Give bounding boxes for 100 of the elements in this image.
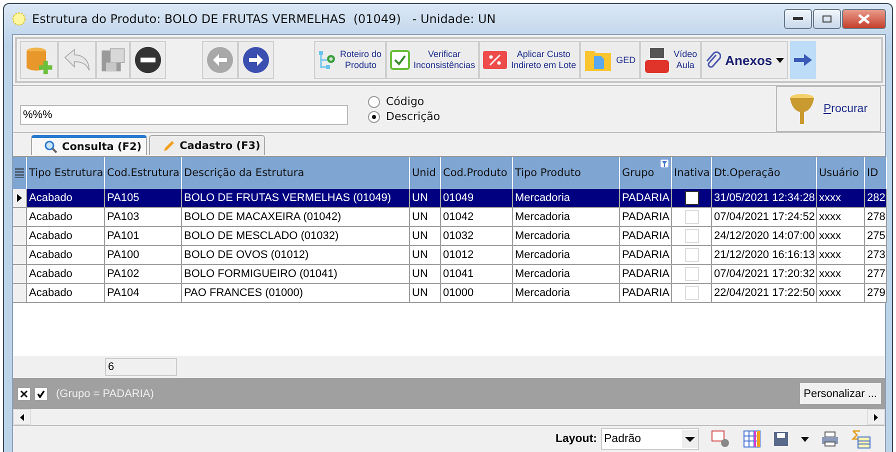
table-cell: 273 <box>865 246 887 265</box>
table-cell: xxxx <box>817 208 865 227</box>
table-cell: Mercadoria <box>513 189 620 208</box>
table-cell: 24/12/2020 14:07:00 <box>712 227 817 246</box>
column-header[interactable]: Descrição da Estrutura <box>182 157 410 189</box>
minus-circle-icon <box>134 46 162 74</box>
table-cell: PADARIA <box>620 246 672 265</box>
dropdown-caret-icon[interactable] <box>801 436 809 442</box>
column-header[interactable]: Tipo Produto <box>513 157 620 189</box>
minimize-button[interactable] <box>784 9 812 29</box>
table-cell: UN <box>410 284 441 303</box>
table-cell: UN <box>410 227 441 246</box>
toolbar-button[interactable]: Vídeo Aula <box>640 41 702 79</box>
radio-button[interactable] <box>368 96 380 108</box>
scroll-right-icon[interactable] <box>874 414 878 420</box>
window-title: Estrutura do Produto: BOLO DE FRUTAS VERMELHAS (01049) - Unidade: UN <box>32 12 497 26</box>
paperclip-icon <box>705 51 722 69</box>
row-header[interactable] <box>13 189 27 208</box>
table-cell: UN <box>410 265 441 284</box>
filter-text: (Grupo = PADARIA) <box>56 388 154 400</box>
table-cell: PA104 <box>105 284 182 303</box>
layout-select[interactable]: Padrão <box>601 428 699 450</box>
print-icon[interactable] <box>821 431 839 447</box>
table-cell: Acabado <box>27 284 105 303</box>
table-cell: Acabado <box>27 265 105 284</box>
table-cell: 278 <box>865 208 887 227</box>
pencil-icon <box>162 138 176 152</box>
table-cell: 01049 <box>441 189 513 208</box>
maximize-button[interactable] <box>813 9 841 29</box>
table-cell: UN <box>410 189 441 208</box>
column-header[interactable]: ID <box>865 157 887 189</box>
table-cell: PA105 <box>105 189 182 208</box>
table-cell: Acabado <box>27 227 105 246</box>
checkbox-icon <box>390 50 410 70</box>
dropdown-caret-icon <box>776 58 784 62</box>
funnel-icon <box>789 92 816 126</box>
toolbar-button[interactable]: Aplicar Custo Indireto em Lote <box>479 41 580 79</box>
save-icon[interactable] <box>773 431 789 447</box>
table-cell: Mercadoria <box>513 284 620 303</box>
close-button[interactable] <box>842 9 886 29</box>
column-header[interactable]: Tipo Estrutura <box>27 157 105 189</box>
table-cell: BOLO DE FRUTAS VERMELHAS (01049) <box>182 189 410 208</box>
table-cell: 01041 <box>441 265 513 284</box>
row-count: 6 <box>105 358 177 376</box>
column-header[interactable]: Cod.Estrutura <box>105 157 182 189</box>
table-cell: 01032 <box>441 227 513 246</box>
table-cell: 275 <box>865 227 887 246</box>
toolbar-button[interactable]: Roteiro do Produto <box>314 41 386 79</box>
folder-icon <box>584 48 612 72</box>
column-header[interactable]: Grupo <box>620 157 672 189</box>
horizontal-scrollbar[interactable] <box>13 409 885 426</box>
table-cell: xxxx <box>817 265 865 284</box>
filter-checkbox[interactable] <box>35 388 47 400</box>
sum-table-icon[interactable] <box>851 429 871 449</box>
close-icon <box>858 14 870 24</box>
database-add-icon <box>24 45 54 75</box>
table-cell: PA100 <box>105 246 182 265</box>
delete-button[interactable] <box>130 41 166 79</box>
column-header[interactable]: Inativa <box>672 157 712 189</box>
columns-icon[interactable] <box>743 430 761 448</box>
table-cell: BOLO DE MACAXEIRA (01042) <box>182 208 410 227</box>
table-cell: Acabado <box>27 208 105 227</box>
current-row-icon <box>17 194 22 202</box>
save-icon <box>100 47 126 73</box>
dropdown-caret-icon <box>682 430 698 448</box>
customize-button[interactable]: Personalizar ... <box>800 383 881 404</box>
radio-label[interactable]: Código <box>386 95 424 108</box>
table-cell: PADARIA <box>620 208 672 227</box>
column-header[interactable]: Unid <box>410 157 441 189</box>
column-header[interactable]: Usuário <box>817 157 865 189</box>
table-cell: 07/04/2021 17:20:32 <box>712 265 817 284</box>
toolbar-button[interactable]: GED <box>580 41 640 79</box>
radio-label[interactable]: Descrição <box>386 110 440 123</box>
forward-button[interactable] <box>238 41 274 79</box>
table-cell: UN <box>410 208 441 227</box>
table-cell: PAO FRANCES (01000) <box>182 284 410 303</box>
toolbar-button[interactable]: Verificar Inconsistências <box>386 41 480 79</box>
table-cell: xxxx <box>817 189 865 208</box>
grid-settings-icon[interactable] <box>711 430 731 448</box>
table-cell: PA102 <box>105 265 182 284</box>
table-cell: 07/04/2021 17:24:52 <box>712 208 817 227</box>
table-cell: Mercadoria <box>513 265 620 284</box>
toolbar-button[interactable]: Anexos <box>701 41 788 79</box>
table-cell: PA103 <box>105 208 182 227</box>
table-cell: PA101 <box>105 227 182 246</box>
search-field[interactable]: %%% <box>20 105 348 125</box>
tab[interactable]: Cadastro (F3) <box>148 135 266 155</box>
column-header[interactable]: Cod.Produto <box>441 157 513 189</box>
scroll-left-icon[interactable] <box>20 414 24 420</box>
search-button[interactable]: Procurar <box>776 86 881 132</box>
column-header[interactable]: Dt.Operação <box>712 157 817 189</box>
table-cell: Acabado <box>27 189 105 208</box>
minimize-icon <box>793 17 803 21</box>
next-button[interactable] <box>790 41 816 79</box>
clear-filter-icon[interactable] <box>18 388 30 400</box>
table-cell: Mercadoria <box>513 227 620 246</box>
radio-button[interactable] <box>368 110 380 122</box>
tab[interactable]: Consulta (F2) <box>31 135 147 155</box>
table-cell: Acabado <box>27 246 105 265</box>
column-chooser-icon[interactable] <box>13 157 27 189</box>
